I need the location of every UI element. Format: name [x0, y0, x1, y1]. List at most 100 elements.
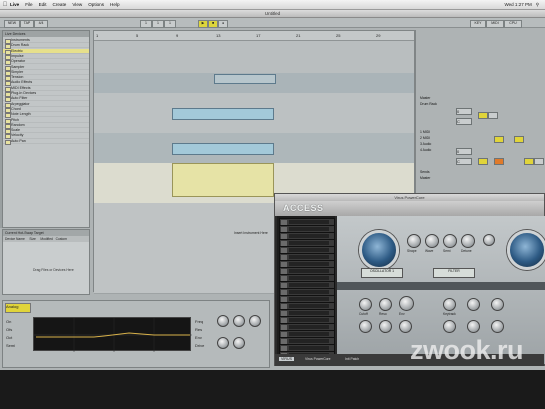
record-button[interactable]: ●	[218, 20, 228, 28]
track-activator[interactable]	[478, 112, 488, 119]
menu-help[interactable]: Help	[110, 2, 119, 7]
plugin-titlebar[interactable]: Virus PowerCore	[275, 194, 544, 201]
param-knob[interactable]	[233, 315, 245, 327]
transport-midi[interactable]: MIDI	[486, 20, 504, 28]
pan-value[interactable]: 0	[456, 108, 472, 115]
env-knob[interactable]	[491, 320, 504, 333]
menu-edit[interactable]: Edit	[39, 2, 47, 7]
env-knob[interactable]	[467, 320, 480, 333]
osc-knob[interactable]	[461, 234, 475, 248]
timeline-ruler[interactable]: 1 5 9 13 17 21 25 29	[94, 31, 414, 41]
track-activator[interactable]	[478, 158, 488, 165]
osc-knob[interactable]	[483, 234, 495, 246]
window-titlebar: Untitled	[0, 10, 545, 18]
track-lane[interactable]	[94, 41, 414, 74]
patch-slot-number	[281, 240, 287, 246]
param-knob[interactable]	[233, 337, 245, 349]
patch-slot-name	[289, 325, 329, 329]
device-title-bar[interactable]: Analog	[5, 303, 31, 313]
transport-cpu: CPU	[504, 20, 522, 28]
hot-swap-panel: Current Hot-Swap Target Device Name Size…	[2, 229, 90, 295]
ruler-mark: 17	[256, 33, 261, 38]
transport-bar-pos[interactable]: 1	[140, 20, 152, 28]
param-label: Res	[195, 327, 203, 332]
menu-file[interactable]: File	[25, 2, 32, 7]
pan-value[interactable]: 0	[456, 148, 472, 155]
pan-value[interactable]: C	[456, 118, 472, 125]
filter-knob[interactable]	[379, 298, 392, 311]
env-knob[interactable]	[399, 320, 412, 333]
browser-item-label: Tension	[11, 75, 24, 80]
pan-value[interactable]: C	[456, 158, 472, 165]
osc-knob[interactable]	[407, 234, 421, 248]
eq-curve-graph	[34, 318, 192, 352]
transport-new[interactable]: NEW	[4, 20, 20, 28]
param-knob[interactable]	[217, 337, 229, 349]
param-label: On	[6, 319, 12, 324]
browser-item-label: Pitch	[11, 117, 19, 122]
access-logo: ACCESS	[283, 203, 324, 213]
transport-beat-pos[interactable]: 1	[152, 20, 164, 28]
solo-button[interactable]	[534, 158, 544, 165]
filter-knob[interactable]	[359, 298, 372, 311]
patch-slot-number	[281, 296, 287, 302]
track-activator[interactable]	[514, 136, 524, 143]
menu-view[interactable]: View	[72, 2, 82, 7]
master-knob-left[interactable]	[359, 230, 399, 270]
clip-region[interactable]	[214, 74, 276, 84]
param-knob[interactable]	[249, 315, 261, 327]
env-knob[interactable]	[443, 320, 456, 333]
column-size[interactable]: Size	[29, 237, 35, 241]
mixer-label: 4 Audio	[420, 148, 432, 152]
filter-knob[interactable]	[443, 298, 456, 311]
apple-icon[interactable]: 	[0, 2, 10, 8]
patch-list[interactable]	[277, 216, 335, 364]
browser-item[interactable]: Auto Pan	[3, 139, 89, 145]
browser-item-label: Instruments	[11, 38, 30, 42]
browser-item-label: Sampler	[11, 64, 25, 69]
menu-app-name[interactable]: Live	[10, 2, 19, 7]
browser-item-label: Impulse	[11, 53, 24, 58]
play-button[interactable]: ▶	[198, 20, 208, 28]
param-label: Drive	[195, 343, 205, 348]
filter-knob[interactable]	[399, 296, 414, 311]
knob-label: Keytrack	[443, 312, 456, 316]
filter-knob[interactable]	[467, 298, 480, 311]
master-knob-right[interactable]	[507, 230, 545, 270]
filter-knob[interactable]	[491, 298, 504, 311]
lcd-right: FILTER	[433, 268, 475, 278]
transport-signature[interactable]: 4/4	[34, 20, 48, 28]
audio-clip[interactable]	[172, 163, 274, 197]
spotlight-icon[interactable]: ⚲	[536, 2, 539, 8]
env-knob[interactable]	[359, 320, 372, 333]
column-device-name[interactable]: Device Name	[5, 237, 25, 241]
transport-key[interactable]: KEY	[470, 20, 486, 28]
transport-tap[interactable]: TAP	[20, 20, 34, 28]
solo-button[interactable]	[488, 112, 498, 119]
osc-knob[interactable]	[443, 234, 457, 248]
track-activator[interactable]	[494, 136, 504, 143]
patch-slot-number	[281, 310, 287, 316]
stop-button[interactable]: ■	[208, 20, 218, 28]
param-knob[interactable]	[217, 315, 229, 327]
menu-create[interactable]: Create	[53, 2, 67, 7]
device-display[interactable]	[33, 317, 192, 352]
patch-slot-number	[281, 282, 287, 288]
patch-slot-name	[289, 311, 329, 315]
patch-slot-number	[281, 219, 287, 225]
midi-clip[interactable]	[172, 108, 274, 120]
footer-left: Virus PowerCore	[305, 357, 331, 361]
transport-sixteenth-pos[interactable]: 1	[164, 20, 176, 28]
column-custom[interactable]: Custom	[56, 237, 67, 241]
midi-clip[interactable]	[172, 143, 274, 155]
track-activator[interactable]	[524, 158, 534, 165]
virus-brand: VIRUS	[279, 357, 294, 361]
patch-slot-number	[281, 275, 287, 281]
arm-button[interactable]	[494, 158, 504, 165]
env-knob[interactable]	[379, 320, 392, 333]
menu-options[interactable]: Options	[88, 2, 104, 7]
osc-knob[interactable]	[425, 234, 439, 248]
browser-item-label: Audio Effects	[11, 80, 33, 85]
column-modified[interactable]: Modified	[40, 237, 52, 241]
param-label: Semi	[6, 343, 16, 348]
